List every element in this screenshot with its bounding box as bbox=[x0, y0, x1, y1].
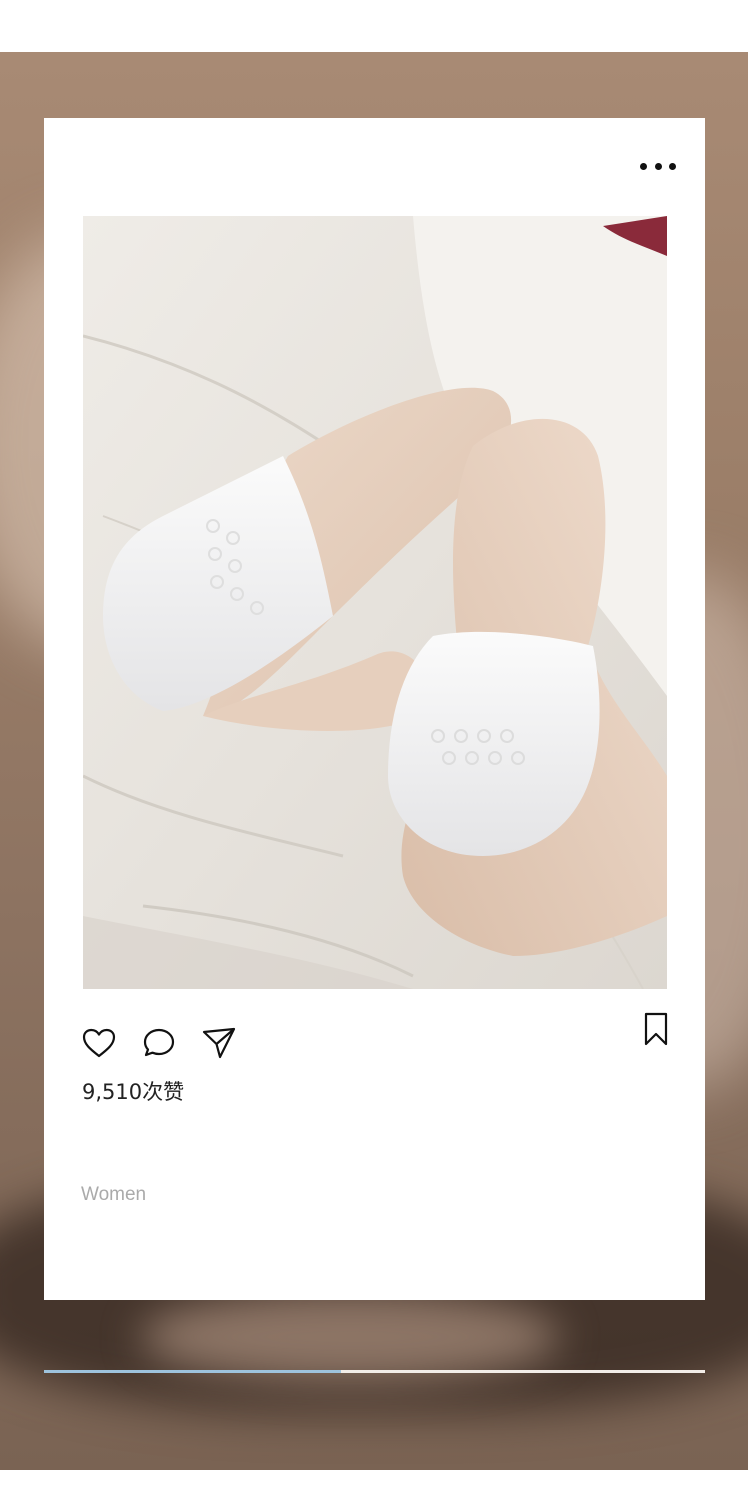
story-progress-bar bbox=[44, 1370, 705, 1373]
heart-icon[interactable] bbox=[80, 1024, 118, 1062]
bookmark-icon[interactable] bbox=[640, 1011, 672, 1047]
post-photo[interactable] bbox=[83, 216, 667, 989]
send-paper-plane-icon[interactable] bbox=[200, 1024, 238, 1062]
likes-count[interactable]: 9,510次赞 bbox=[82, 1076, 184, 1106]
comment-bubble-icon[interactable] bbox=[140, 1024, 178, 1062]
post-caption: Women bbox=[81, 1184, 147, 1205]
post-actions bbox=[80, 1024, 238, 1062]
story-progress-fill bbox=[44, 1370, 342, 1373]
more-dots-icon[interactable] bbox=[640, 156, 676, 176]
post-card: 9,510次赞 Women bbox=[44, 118, 705, 1300]
